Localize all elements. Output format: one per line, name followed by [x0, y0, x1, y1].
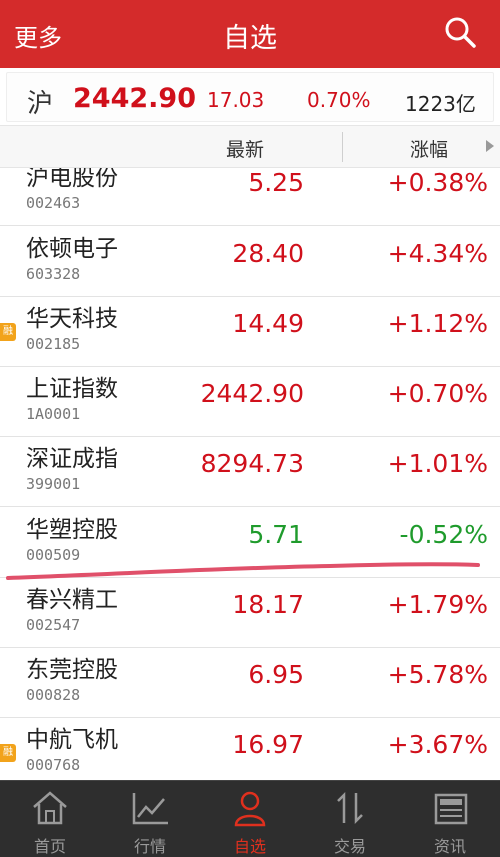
column-divider — [342, 132, 343, 162]
stock-price: 16.97 — [232, 730, 304, 759]
stock-name: 华天科技 — [26, 306, 118, 332]
stock-change-pct: +1.01% — [387, 449, 488, 478]
index-percent: 0.70% — [307, 88, 371, 112]
list-item[interactable]: 深证成指 399001 8294.73 +1.01% — [0, 437, 500, 507]
stock-code: 399001 — [26, 475, 81, 493]
trade-arrows-icon — [337, 791, 363, 825]
stock-price: 18.17 — [232, 590, 304, 619]
stock-price: 5.71 — [248, 520, 304, 549]
stock-name: 春兴精工 — [26, 587, 118, 613]
tab-news[interactable]: 资讯 — [400, 781, 500, 857]
list-item[interactable]: 春兴精工 002547 18.17 +1.79% — [0, 578, 500, 648]
stock-change-pct: +0.38% — [387, 168, 488, 197]
stock-code: 002463 — [26, 194, 81, 212]
margin-badge: 融 — [0, 323, 16, 341]
index-volume: 1223亿 — [405, 92, 476, 116]
tab-label: 交易 — [333, 837, 366, 856]
list-item[interactable]: 沪电股份 002463 5.25 +0.38% — [0, 168, 500, 226]
stock-change-pct: +1.79% — [387, 590, 488, 619]
stock-code: 000768 — [26, 756, 81, 774]
tab-market[interactable]: 行情 — [100, 781, 200, 857]
page-title: 自选 — [223, 23, 277, 54]
stock-name: 依顿电子 — [26, 236, 118, 262]
stock-code: 002547 — [26, 616, 81, 634]
tab-label: 行情 — [133, 837, 166, 856]
index-summary-card[interactable]: 沪 2442.90 17.03 0.70% 1223亿 — [6, 72, 494, 122]
news-icon — [434, 793, 468, 825]
column-change[interactable]: 涨幅 — [410, 135, 448, 162]
stock-price: 6.95 — [248, 660, 304, 689]
stock-name: 东莞控股 — [26, 657, 118, 683]
list-item[interactable]: 东莞控股 000828 6.95 +5.78% — [0, 648, 500, 718]
column-header: 最新 涨幅 — [0, 126, 500, 168]
stock-change-pct: -0.52% — [399, 520, 488, 549]
tab-label: 资讯 — [433, 837, 466, 856]
list-item[interactable]: 融 中航飞机 000768 16.97 +3.67% — [0, 718, 500, 780]
stock-code: 000509 — [26, 546, 81, 564]
stock-change-pct: +3.67% — [387, 730, 488, 759]
tab-watchlist[interactable]: 自选 — [200, 781, 300, 857]
stock-code: 000828 — [26, 686, 81, 704]
stock-price: 8294.73 — [200, 449, 304, 478]
stock-price: 14.49 — [232, 309, 304, 338]
bottom-tab-bar: 首页 行情 自选 交易 资讯 — [0, 780, 500, 857]
tab-home[interactable]: 首页 — [0, 781, 100, 857]
market-label: 沪 — [27, 89, 54, 119]
list-item[interactable]: 上证指数 1A0001 2442.90 +0.70% — [0, 367, 500, 437]
stock-change-pct: +4.34% — [387, 239, 488, 268]
list-item[interactable]: 融 华天科技 002185 14.49 +1.12% — [0, 297, 500, 367]
watchlist[interactable]: 沪电股份 002463 5.25 +0.38% 依顿电子 603328 28.4… — [0, 168, 500, 780]
scroll-right-arrow-icon[interactable] — [486, 140, 494, 152]
list-item[interactable]: 华塑控股 000509 5.71 -0.52% — [0, 508, 500, 578]
chart-icon — [132, 793, 168, 825]
search-icon[interactable] — [442, 14, 478, 50]
index-change: 17.03 — [207, 88, 265, 112]
tab-trade[interactable]: 交易 — [300, 781, 400, 857]
stock-price: 28.40 — [232, 239, 304, 268]
tab-label: 自选 — [233, 837, 266, 856]
stock-name: 上证指数 — [26, 376, 118, 402]
user-icon — [234, 791, 266, 827]
tab-label: 首页 — [33, 837, 66, 856]
stock-change-pct: +0.70% — [387, 379, 488, 408]
stock-change-pct: +1.12% — [387, 309, 488, 338]
stock-price: 2442.90 — [200, 379, 304, 408]
list-item[interactable]: 依顿电子 603328 28.40 +4.34% — [0, 227, 500, 297]
index-summary-bar[interactable]: 沪 2442.90 17.03 0.70% 1223亿 — [0, 68, 500, 126]
stock-name: 中航飞机 — [26, 727, 118, 753]
stock-code: 1A0001 — [26, 405, 81, 423]
stock-name: 华塑控股 — [26, 517, 118, 543]
stock-change-pct: +5.78% — [387, 660, 488, 689]
stock-price: 5.25 — [248, 168, 304, 197]
column-latest[interactable]: 最新 — [226, 135, 264, 162]
stock-name: 深证成指 — [26, 446, 118, 472]
index-price: 2442.90 — [73, 83, 196, 114]
top-nav-bar: 更多 自选 — [0, 0, 500, 68]
stock-code: 002185 — [26, 335, 81, 353]
home-icon — [33, 791, 67, 825]
stock-code: 603328 — [26, 265, 81, 283]
margin-badge: 融 — [0, 744, 16, 762]
stock-name: 沪电股份 — [26, 168, 118, 191]
